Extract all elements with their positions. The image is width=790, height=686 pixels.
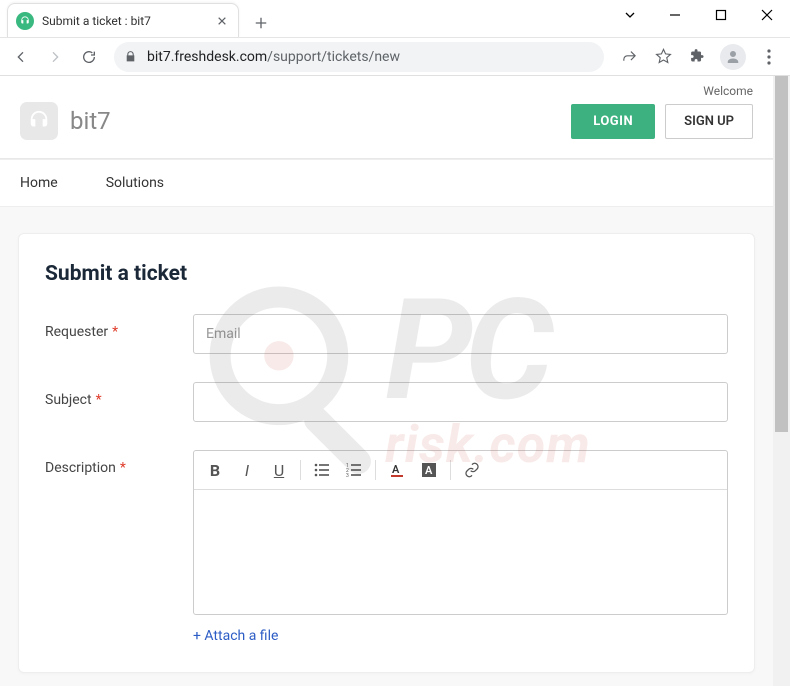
nav-reload-button[interactable]: [74, 42, 104, 72]
lock-icon: [124, 50, 137, 63]
rte-italic-icon[interactable]: I: [232, 455, 262, 485]
rte-highlight-icon[interactable]: A: [414, 455, 444, 485]
login-button[interactable]: LOGIN: [571, 104, 655, 139]
tab-close-icon[interactable]: [214, 13, 230, 29]
tab-favicon: [16, 12, 34, 30]
share-icon[interactable]: [614, 42, 644, 72]
nav-home[interactable]: Home: [20, 161, 58, 205]
rte-toolbar: B I U 123: [194, 451, 727, 490]
rte-number-list-icon[interactable]: 123: [339, 455, 369, 485]
rte-separator: [375, 460, 376, 480]
window-minimize-button[interactable]: [652, 0, 698, 30]
nav-back-button[interactable]: [6, 42, 36, 72]
requester-input[interactable]: [193, 314, 728, 354]
rte-link-icon[interactable]: [457, 455, 487, 485]
svg-text:A: A: [425, 464, 433, 477]
subject-row: Subject*: [45, 382, 728, 422]
requester-row: Requester*: [45, 314, 728, 354]
bookmark-star-icon[interactable]: [648, 42, 678, 72]
rte-separator: [300, 460, 301, 480]
signup-button[interactable]: SIGN UP: [665, 104, 753, 139]
subject-label: Subject*: [45, 382, 193, 408]
attach-file-link[interactable]: + Attach a file: [193, 628, 278, 644]
rte-underline-icon[interactable]: U: [264, 455, 294, 485]
rte-bold-icon[interactable]: B: [200, 455, 230, 485]
nav-solutions[interactable]: Solutions: [106, 161, 164, 205]
rte-text-color-icon[interactable]: A: [382, 455, 412, 485]
description-label: Description*: [45, 450, 193, 476]
ticket-form: Submit a ticket Requester* Subject*: [18, 233, 755, 673]
scrollbar-thumb[interactable]: [775, 76, 788, 432]
window-titlebar: Submit a ticket : bit7: [0, 0, 790, 38]
description-textarea[interactable]: [194, 490, 727, 614]
requester-label: Requester*: [45, 314, 193, 340]
window-controls: [608, 0, 790, 30]
brand-logo-icon: [20, 102, 58, 140]
viewport: Welcome bit7 LOGIN SIGN UP Home Solution…: [0, 76, 790, 686]
browser-menu-icon[interactable]: [754, 42, 784, 72]
nav-forward-button[interactable]: [40, 42, 70, 72]
vertical-scrollbar[interactable]: [773, 76, 790, 686]
window-close-button[interactable]: [744, 0, 790, 30]
svg-text:A: A: [392, 463, 400, 476]
browser-toolbar: bit7.freshdesk.com/support/tickets/new: [0, 38, 790, 76]
main-nav: Home Solutions: [0, 159, 773, 207]
rte-separator: [450, 460, 451, 480]
new-tab-button[interactable]: [247, 9, 275, 37]
browser-tab[interactable]: Submit a ticket : bit7: [7, 3, 239, 37]
subject-input[interactable]: [193, 382, 728, 422]
page: Welcome bit7 LOGIN SIGN UP Home Solution…: [0, 76, 790, 686]
description-row: Description* B I U: [45, 450, 728, 615]
rte-bullet-list-icon[interactable]: [307, 455, 337, 485]
description-editor: B I U 123: [193, 450, 728, 615]
brand-name: bit7: [70, 107, 111, 135]
tab-list-chevron-icon[interactable]: [608, 0, 652, 30]
address-url: bit7.freshdesk.com/support/tickets/new: [147, 49, 400, 65]
extensions-icon[interactable]: [682, 42, 712, 72]
page-header: Welcome bit7 LOGIN SIGN UP: [0, 76, 773, 159]
svg-text:3: 3: [346, 473, 349, 477]
profile-avatar-button[interactable]: [720, 44, 746, 70]
welcome-text: Welcome: [0, 76, 773, 98]
form-title: Submit a ticket: [45, 262, 728, 286]
window-maximize-button[interactable]: [698, 0, 744, 30]
tab-title: Submit a ticket : bit7: [42, 14, 214, 28]
address-bar[interactable]: bit7.freshdesk.com/support/tickets/new: [114, 42, 604, 72]
